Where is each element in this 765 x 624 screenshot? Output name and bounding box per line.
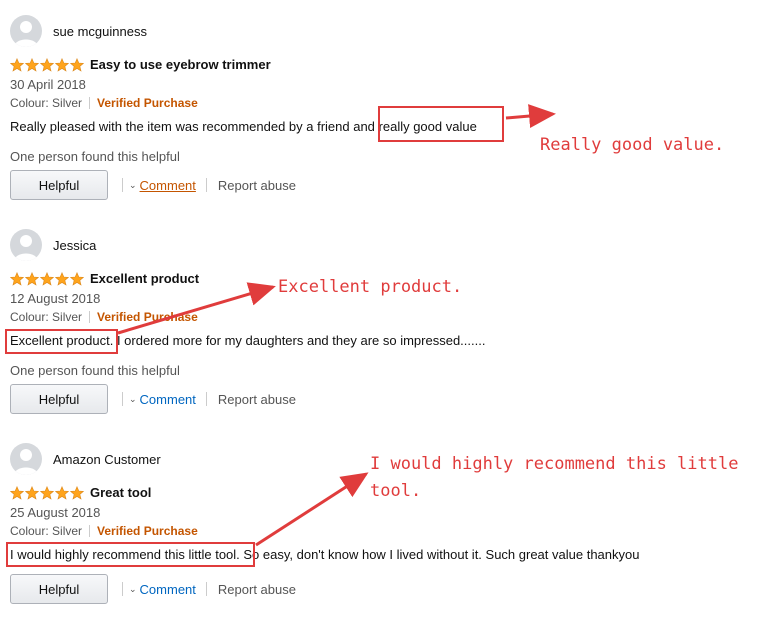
annotation-excellent-product: Excellent product. bbox=[278, 277, 463, 297]
annotation-highly-recommend-line1: I would highly recommend this little bbox=[370, 454, 739, 474]
annotation-really-good-value: Really good value. bbox=[540, 135, 725, 155]
arrow-2 bbox=[117, 282, 276, 335]
arrow-3 bbox=[255, 472, 369, 547]
arrow-1 bbox=[505, 104, 556, 128]
annotation-arrows bbox=[117, 104, 556, 547]
annotation-highly-recommend-line2: tool. bbox=[370, 481, 422, 501]
